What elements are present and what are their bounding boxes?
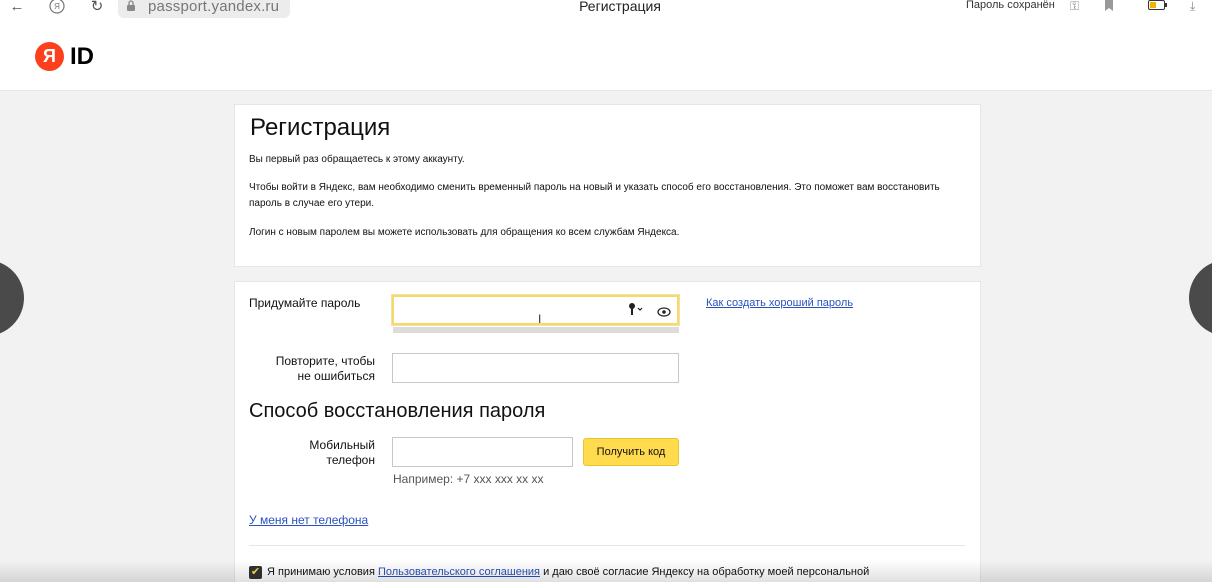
yandex-id-text[interactable]: ID [70, 42, 94, 71]
password-label: Придумайте пароль [249, 296, 361, 310]
phone-label-line-2: телефон [326, 453, 376, 467]
divider [249, 545, 965, 546]
battery-icon[interactable] [1148, 0, 1168, 13]
phone-label: Мобильный телефон [250, 438, 375, 468]
phone-input[interactable] [392, 437, 573, 467]
bookmark-icon[interactable] [1104, 0, 1114, 14]
key-icon[interactable]: ⚿ [1070, 0, 1079, 14]
repeat-label-line-2: не ошибиться [297, 369, 375, 383]
password-saved-status[interactable]: Пароль сохранён [966, 0, 1055, 11]
site-header [0, 24, 1212, 91]
page-title: Регистрация [250, 114, 391, 141]
text-cursor-icon: I [538, 312, 542, 326]
password-manager-key-icon[interactable] [628, 302, 644, 321]
intro-paragraph-change-password: Чтобы войти в Яндекс, вам необходимо сме… [249, 182, 940, 209]
page-title-tab: Регистрация [579, 0, 661, 14]
previous-slide-button[interactable] [0, 260, 24, 336]
reload-icon[interactable]: ↻ [88, 0, 106, 18]
terms-suffix: и даю своё согласие Яндексу на обработку… [540, 566, 870, 578]
yandex-logo[interactable]: Я [35, 42, 64, 71]
recovery-section-title: Способ восстановления пароля [249, 400, 546, 422]
repeat-label-line-1: Повторите, чтобы [275, 354, 375, 368]
terms-checkbox[interactable]: ✔ [249, 566, 262, 579]
phone-format-hint: Например: +7 xxx xxx xx xx [393, 472, 544, 486]
user-agreement-link[interactable]: Пользовательского соглашения [378, 566, 540, 578]
browser-toolbar: ← Я ↻ passport.yandex.ru Регистрация Пар… [0, 0, 1212, 24]
repeat-password-label: Повторите, чтобы не ошибиться [250, 354, 375, 384]
download-icon[interactable]: ⤓ [1190, 0, 1195, 14]
password-strength-bar [393, 327, 679, 333]
lock-icon [126, 0, 136, 11]
next-slide-button[interactable] [1189, 260, 1212, 336]
terms-prefix: Я принимаю условия [267, 566, 378, 578]
password-help-link[interactable]: Как создать хороший пароль [706, 297, 853, 309]
terms-text: Я принимаю условия Пользовательского сог… [267, 566, 869, 578]
repeat-password-input[interactable] [392, 353, 679, 383]
intro-paragraph-first-visit: Вы первый раз обращаетесь к этому аккаун… [249, 154, 465, 165]
show-password-eye-icon[interactable] [657, 304, 671, 322]
no-phone-link[interactable]: У меня нет телефона [249, 513, 368, 527]
get-code-button[interactable]: Получить код [583, 438, 679, 466]
intro-paragraph-login-usage: Логин с новым паролем вы можете использо… [249, 227, 680, 238]
phone-label-line-1: Мобильный [309, 438, 375, 452]
back-arrow-icon[interactable]: ← [8, 0, 26, 18]
svg-text:Я: Я [54, 2, 60, 11]
yandex-browser-icon[interactable]: Я [47, 0, 67, 18]
url-text[interactable]: passport.yandex.ru [148, 0, 279, 15]
